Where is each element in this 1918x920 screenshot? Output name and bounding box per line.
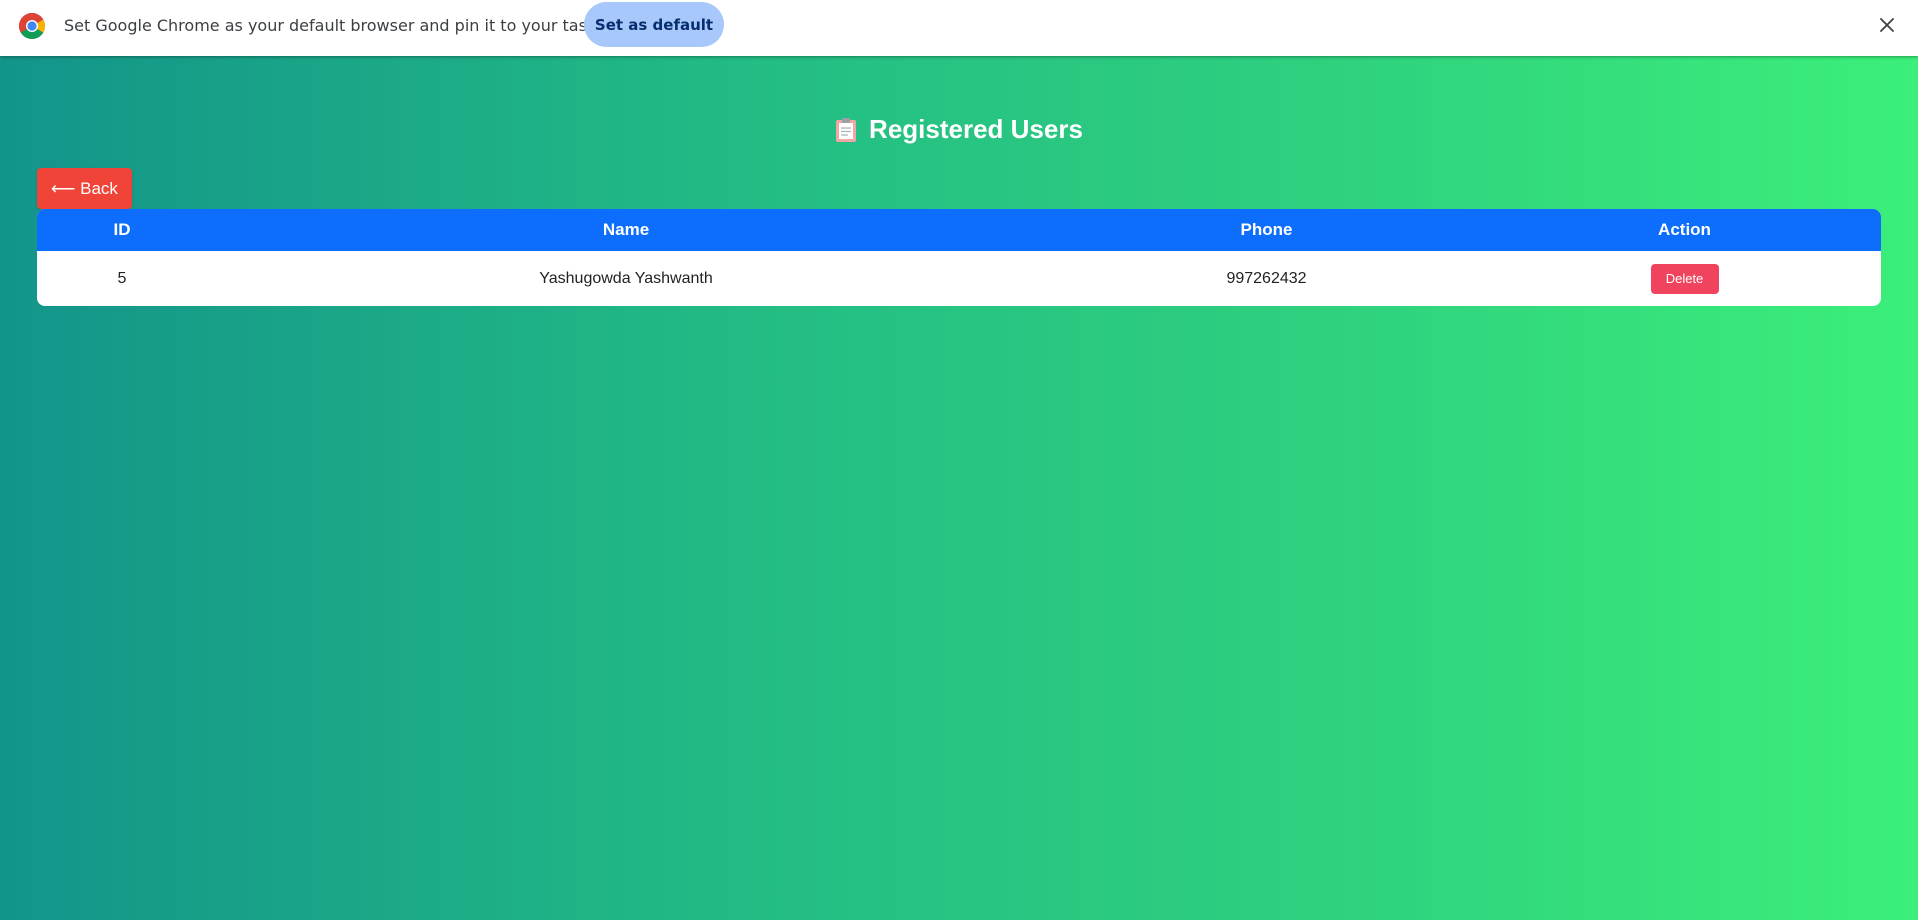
table-header-row: ID Name Phone Action (37, 209, 1881, 251)
page-title-text: Registered Users (869, 114, 1083, 144)
table-row: 5 Yashugowda Yashwanth 997262432 Delete (37, 251, 1881, 306)
users-page: Registered Users ⟵ Back ID Name Phone Ac… (0, 56, 1918, 920)
infobar-close-button[interactable] (1874, 12, 1900, 38)
cell-name: Yashugowda Yashwanth (539, 269, 713, 287)
default-browser-infobar: Set Google Chrome as your default browse… (0, 0, 1918, 56)
users-table: ID Name Phone Action 5 Yashugowda Yashwa… (37, 209, 1881, 306)
cell-id: 5 (117, 269, 127, 287)
infobar-message: Set Google Chrome as your default browse… (64, 16, 623, 35)
chrome-logo-icon (18, 13, 46, 39)
delete-button[interactable]: Delete (1650, 263, 1719, 294)
cell-phone: 997262432 (1226, 269, 1307, 287)
column-header-phone: Phone (1045, 209, 1488, 251)
set-as-default-button[interactable]: Set as default (584, 2, 724, 47)
column-header-name: Name (207, 209, 1045, 251)
clipboard-icon (836, 117, 857, 142)
column-header-id: ID (37, 209, 207, 251)
page-title: Registered Users (0, 114, 1918, 145)
close-icon (1880, 18, 1894, 32)
back-button[interactable]: ⟵ Back (37, 168, 132, 209)
column-header-action: Action (1488, 209, 1881, 251)
cell-action: Delete (1488, 251, 1881, 306)
